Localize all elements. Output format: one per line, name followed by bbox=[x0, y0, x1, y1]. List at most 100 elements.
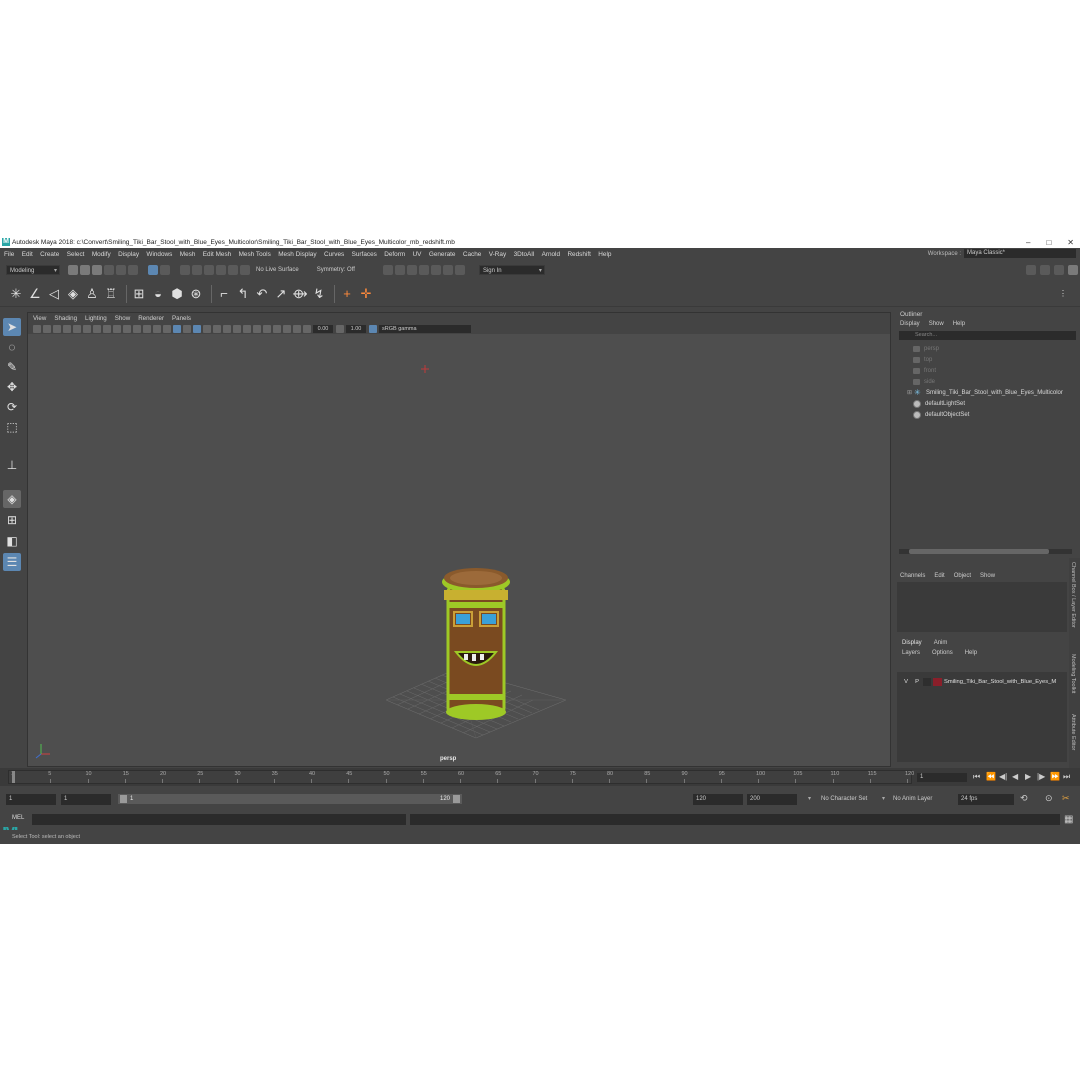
image-plane-icon[interactable] bbox=[63, 324, 71, 333]
menu-mesh-tools[interactable]: Mesh Tools bbox=[239, 251, 271, 258]
flare-icon[interactable]: ↶ bbox=[254, 286, 270, 302]
single-perspective-layout-icon[interactable]: ◈ bbox=[3, 490, 21, 508]
layer-menu-layers[interactable]: Layers bbox=[902, 650, 920, 656]
shadows-icon[interactable] bbox=[213, 324, 221, 333]
lasso-tool-icon[interactable]: ◌ bbox=[3, 338, 21, 356]
redo-icon[interactable] bbox=[116, 265, 126, 275]
outliner-item-side[interactable]: side bbox=[895, 376, 1080, 387]
menu-modify[interactable]: Modify bbox=[92, 251, 111, 258]
outliner-item-front[interactable]: front bbox=[895, 365, 1080, 376]
layer-playback-toggle[interactable]: P bbox=[911, 679, 923, 685]
tab-display[interactable]: Display bbox=[902, 640, 922, 646]
maximize-button[interactable]: □ bbox=[1046, 238, 1051, 247]
twist-icon[interactable]: ↰ bbox=[235, 286, 251, 302]
playback-end-field[interactable]: 120 bbox=[693, 794, 743, 805]
go-to-start-icon[interactable]: ⏮ bbox=[973, 772, 980, 782]
channel-menu-show[interactable]: Show bbox=[980, 573, 995, 579]
render-current-icon[interactable] bbox=[382, 265, 393, 275]
layer-row[interactable]: V P Smiling_Tiki_Bar_Stool_with_Blue_Eye… bbox=[901, 677, 1067, 686]
outliner-search-input[interactable]: Search... bbox=[899, 331, 1076, 340]
color-management-icon[interactable] bbox=[369, 324, 377, 333]
menu-generate[interactable]: Generate bbox=[429, 251, 456, 258]
range-bar[interactable]: 1 120 bbox=[118, 794, 462, 804]
shelf-options-icon[interactable]: ⋮ bbox=[1055, 286, 1071, 302]
xray-components-icon[interactable] bbox=[293, 324, 301, 333]
safe-action-icon[interactable] bbox=[143, 324, 151, 333]
symmetry-label[interactable]: Symmetry: Off bbox=[317, 267, 355, 273]
menu-vray[interactable]: V-Ray bbox=[489, 251, 506, 258]
tool-settings-icon[interactable] bbox=[1054, 265, 1064, 275]
snap-grid-icon[interactable] bbox=[180, 265, 190, 275]
nonlinear-icon[interactable]: ✛ bbox=[358, 286, 374, 302]
attribute-editor-icon[interactable] bbox=[1040, 265, 1050, 275]
layer-color-swatch[interactable] bbox=[933, 677, 942, 686]
go-to-end-icon[interactable]: ⏭ bbox=[1063, 772, 1070, 782]
menu-edit[interactable]: Edit bbox=[22, 251, 33, 258]
outliner-item-persp[interactable]: persp bbox=[895, 343, 1080, 354]
vp-menu-shading[interactable]: Shading bbox=[54, 315, 77, 322]
auto-key-icon[interactable]: ⊙ bbox=[1045, 793, 1053, 804]
current-frame-field[interactable]: 1 bbox=[917, 773, 967, 782]
vp-menu-panels[interactable]: Panels bbox=[172, 315, 191, 322]
new-scene-icon[interactable] bbox=[68, 265, 78, 275]
menu-deform[interactable]: Deform bbox=[384, 251, 405, 258]
menu-surfaces[interactable]: Surfaces bbox=[352, 251, 377, 258]
default-material-icon[interactable] bbox=[183, 324, 191, 333]
loop-icon[interactable]: ⟲ bbox=[1020, 793, 1028, 804]
render-settings-icon[interactable] bbox=[406, 265, 417, 275]
sine-icon[interactable]: ⟴ bbox=[292, 286, 308, 302]
isolate-select-icon[interactable] bbox=[263, 324, 271, 333]
play-forward-icon[interactable]: ▶ bbox=[1025, 772, 1031, 781]
menuset-dropdown[interactable]: Modeling bbox=[6, 265, 60, 276]
resolution-gate-icon[interactable] bbox=[113, 324, 121, 333]
cluster-icon[interactable]: ⬢ bbox=[169, 286, 185, 302]
grid-toggle-icon[interactable] bbox=[93, 324, 101, 333]
screen-space-ao-icon[interactable] bbox=[223, 324, 231, 333]
bind-skin-icon[interactable]: ◈ bbox=[65, 286, 81, 302]
outliner-item-stool-group[interactable]: ⊞ ✳ Smiling_Tiki_Bar_Stool_with_Blue_Eyes_… bbox=[895, 387, 1080, 398]
quick-rig-icon[interactable]: ♖ bbox=[103, 286, 119, 302]
exposure-icon[interactable] bbox=[303, 324, 311, 333]
snap-curve-icon[interactable] bbox=[192, 265, 202, 275]
menu-redshift[interactable]: Redshift bbox=[567, 251, 590, 258]
select-by-component-icon[interactable] bbox=[160, 265, 170, 275]
channel-menu-edit[interactable]: Edit bbox=[934, 573, 944, 579]
undo-icon[interactable] bbox=[104, 265, 114, 275]
outliner-item-default-object-set[interactable]: defaultObjectSet bbox=[895, 409, 1080, 420]
safe-title-icon[interactable] bbox=[153, 324, 161, 333]
menu-3dtoall[interactable]: 3DtoAll bbox=[514, 251, 535, 258]
four-view-layout-icon[interactable]: ⊞ bbox=[3, 511, 21, 529]
menu-edit-mesh[interactable]: Edit Mesh bbox=[203, 251, 231, 258]
render-view-icon[interactable] bbox=[430, 265, 441, 275]
wrap-icon[interactable]: ◒ bbox=[150, 286, 166, 302]
tab-attribute-editor[interactable]: Attribute Editor bbox=[1070, 714, 1076, 750]
outliner-menu-display[interactable]: Display bbox=[900, 321, 920, 327]
select-by-object-icon[interactable] bbox=[148, 265, 158, 275]
snap-point-icon[interactable] bbox=[204, 265, 214, 275]
minimize-button[interactable]: – bbox=[1026, 238, 1030, 247]
redshift-icon[interactable] bbox=[442, 265, 453, 275]
xray-joints-icon[interactable] bbox=[283, 324, 291, 333]
bookmark-icon[interactable] bbox=[53, 324, 61, 333]
vp-menu-show[interactable]: Show bbox=[115, 315, 130, 322]
camera-select-icon[interactable] bbox=[33, 324, 41, 333]
tab-anim[interactable]: Anim bbox=[934, 640, 948, 646]
playback-start-field[interactable]: 1 bbox=[61, 794, 111, 805]
squash-icon[interactable]: ↗ bbox=[273, 286, 289, 302]
lattice-icon[interactable]: ⊞ bbox=[131, 286, 147, 302]
paint-select-tool-icon[interactable]: ✎ bbox=[3, 358, 21, 376]
gate-mask-icon[interactable] bbox=[123, 324, 131, 333]
vp-menu-renderer[interactable]: Renderer bbox=[138, 315, 164, 322]
open-scene-icon[interactable] bbox=[80, 265, 90, 275]
outliner-layout-icon[interactable]: ☰ bbox=[3, 553, 21, 571]
outliner-item-default-light-set[interactable]: defaultLightSet bbox=[895, 398, 1080, 409]
channel-box-icon[interactable] bbox=[1068, 265, 1078, 275]
close-button[interactable]: ✕ bbox=[1067, 238, 1074, 247]
menu-arnold[interactable]: Arnold bbox=[542, 251, 560, 258]
select-tool-icon[interactable]: ➤ bbox=[3, 318, 21, 336]
step-forward-frame-icon[interactable]: |▶ bbox=[1037, 772, 1045, 781]
sign-in-dropdown[interactable]: Sign In bbox=[478, 265, 545, 276]
menu-display[interactable]: Display bbox=[118, 251, 139, 258]
film-gate-icon[interactable] bbox=[103, 324, 111, 333]
menu-file[interactable]: File bbox=[4, 251, 14, 258]
